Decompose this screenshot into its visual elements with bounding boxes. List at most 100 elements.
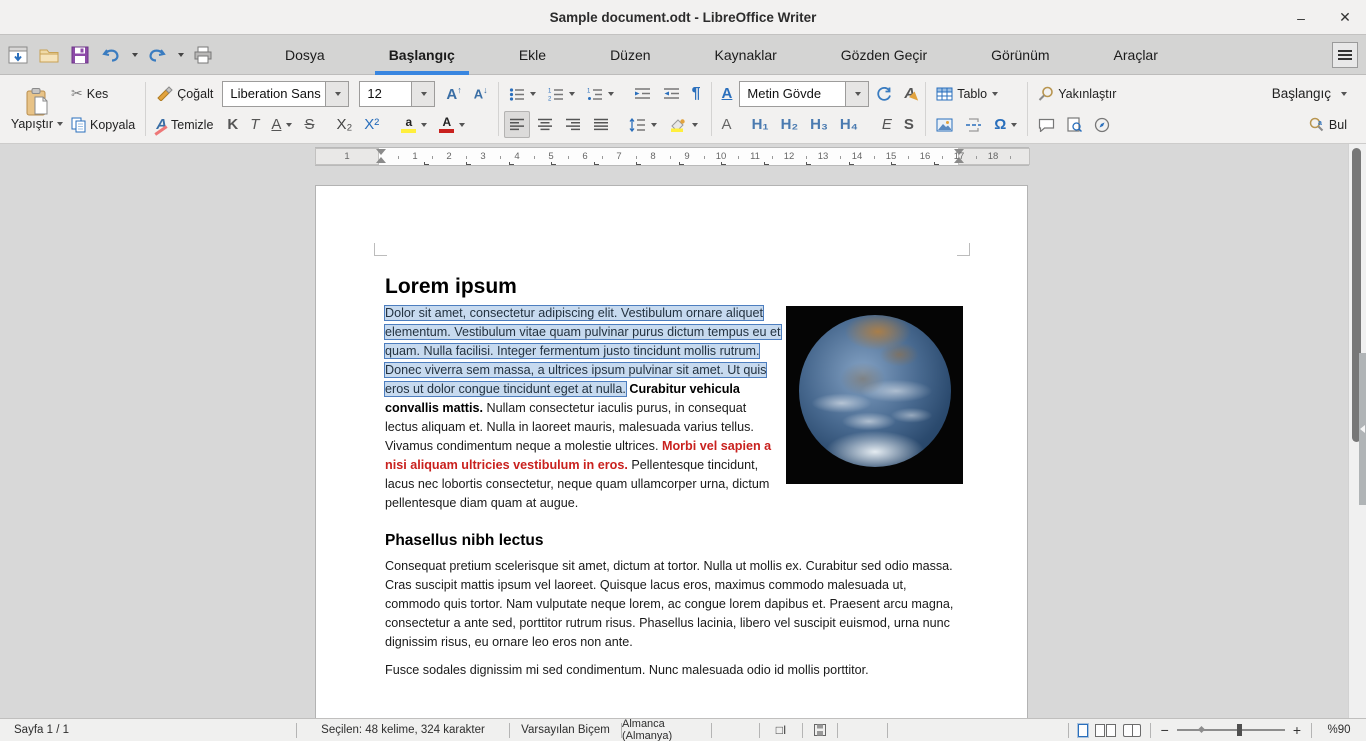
strikethrough-button[interactable]: S: [299, 111, 319, 138]
paragraph-background-button[interactable]: [664, 111, 703, 138]
single-page-view-button[interactable]: [1078, 724, 1088, 737]
left-indent-marker[interactable]: [376, 157, 386, 163]
undo-icon[interactable]: [99, 43, 123, 67]
zoom-slider[interactable]: [1177, 729, 1285, 731]
numbered-list-button[interactable]: 12: [543, 80, 580, 107]
insert-table-button[interactable]: Tablo: [931, 80, 1003, 107]
align-left-button[interactable]: [504, 111, 530, 138]
insert-image-button[interactable]: [931, 111, 958, 138]
print-preview-button[interactable]: [1062, 111, 1087, 138]
menu-tab[interactable]: Dosya: [253, 35, 357, 75]
minimize-button[interactable]: –: [1290, 7, 1312, 29]
edit-style-button[interactable]: A: [899, 80, 920, 107]
find-button[interactable]: a Bul: [1303, 111, 1352, 138]
first-line-indent-marker[interactable]: [376, 149, 386, 155]
paste-button[interactable]: Yapıştır: [8, 78, 66, 140]
heading3-style-button[interactable]: H₃: [805, 111, 833, 138]
strong-style-button[interactable]: S: [899, 111, 919, 138]
undo-dropdown[interactable]: [132, 53, 138, 57]
page-style-status[interactable]: Varsayılan Biçem: [510, 723, 622, 738]
insert-comment-button[interactable]: [1033, 111, 1060, 138]
menu-tab[interactable]: Kaynaklar: [683, 35, 809, 75]
italic-button[interactable]: T: [245, 111, 264, 138]
paragraph-2[interactable]: Consequat pretium scelerisque sit amet, …: [385, 557, 963, 652]
font-name-combobox[interactable]: Liberation Sans: [222, 81, 349, 107]
navigator-button[interactable]: [1089, 111, 1115, 138]
numbered-list-dropdown[interactable]: [569, 92, 575, 96]
menu-tab[interactable]: Ekle: [487, 35, 578, 75]
decrease-indent-button[interactable]: [658, 80, 685, 107]
save-icon[interactable]: [68, 43, 92, 67]
highlight-color-button[interactable]: a: [396, 111, 432, 138]
update-style-button[interactable]: [871, 80, 897, 107]
zoom-percentage[interactable]: %90: [1312, 724, 1366, 736]
zoom-button[interactable]: Yakınlaştır: [1033, 80, 1121, 107]
zoom-slider-thumb[interactable]: [1237, 724, 1242, 736]
font-color-button[interactable]: A: [434, 111, 470, 138]
underline-dropdown[interactable]: [286, 123, 292, 127]
insert-page-break-button[interactable]: [960, 111, 987, 138]
paragraph-background-dropdown[interactable]: [692, 123, 698, 127]
heading2-style-button[interactable]: H₂: [776, 111, 804, 138]
font-size-combobox[interactable]: 12: [359, 81, 435, 107]
no-character-style-button[interactable]: A: [717, 111, 737, 138]
tabkit-dropdown[interactable]: [1341, 92, 1347, 96]
print-icon[interactable]: [191, 43, 215, 67]
redo-icon[interactable]: [145, 43, 169, 67]
language-status[interactable]: Almanca (Almanya): [622, 723, 712, 738]
menu-tab[interactable]: Gözden Geçir: [809, 35, 959, 75]
clear-formatting-button[interactable]: A Temizle: [151, 111, 218, 138]
selection-count-status[interactable]: Seçilen: 48 kelime, 324 karakter: [297, 723, 510, 738]
font-size-dropdown[interactable]: [411, 82, 434, 106]
heading4-style-button[interactable]: H₄: [835, 111, 863, 138]
increase-indent-button[interactable]: [629, 80, 656, 107]
blue-marble-earth-image[interactable]: [786, 306, 963, 484]
paragraph-style-dropdown[interactable]: [845, 82, 868, 106]
paragraph-3[interactable]: Fusce sodales dignissim mi sed condiment…: [385, 661, 963, 680]
signature-status[interactable]: [838, 723, 888, 738]
paste-dropdown[interactable]: [57, 122, 63, 126]
clone-formatting-button[interactable]: Çoğalt: [151, 80, 218, 107]
bullet-list-dropdown[interactable]: [530, 92, 536, 96]
underline-button[interactable]: A: [266, 111, 297, 138]
menu-tab[interactable]: Araçlar: [1082, 35, 1190, 75]
superscript-button[interactable]: X²: [359, 111, 384, 138]
book-view-button[interactable]: [1123, 724, 1141, 737]
zoom-in-button[interactable]: +: [1293, 722, 1301, 738]
line-spacing-button[interactable]: [624, 111, 662, 138]
new-document-icon[interactable]: [6, 43, 30, 67]
zoom-out-button[interactable]: −: [1161, 722, 1169, 738]
shrink-font-button[interactable]: A↓: [469, 80, 493, 107]
redo-dropdown[interactable]: [178, 53, 184, 57]
close-button[interactable]: ✕: [1334, 7, 1356, 29]
document-heading2[interactable]: Phasellus nibh lectus: [385, 531, 963, 550]
justify-button[interactable]: [588, 111, 614, 138]
copy-button[interactable]: Kopyala: [66, 111, 140, 138]
cut-button[interactable]: ✂ Kes: [66, 80, 113, 107]
multi-page-view-button[interactable]: [1095, 724, 1116, 737]
paragraph-style-combobox[interactable]: Metin Gövde: [739, 81, 869, 107]
menu-tab[interactable]: Düzen: [578, 35, 682, 75]
document-page[interactable]: Lorem ipsum Dolor sit amet, consectetur …: [315, 185, 1028, 718]
paragraph-1[interactable]: Dolor sit amet, consectetur adipiscing e…: [385, 304, 963, 513]
open-folder-icon[interactable]: [37, 43, 61, 67]
paragraph-style-icon-button[interactable]: A: [717, 80, 738, 107]
align-center-button[interactable]: [532, 111, 558, 138]
document-heading1[interactable]: Lorem ipsum: [385, 274, 963, 299]
grow-font-button[interactable]: A↑: [441, 80, 466, 107]
font-color-dropdown[interactable]: [459, 123, 465, 127]
font-name-dropdown[interactable]: [325, 82, 348, 106]
special-character-button[interactable]: Ω: [989, 111, 1022, 138]
subscript-button[interactable]: X₂: [331, 111, 357, 138]
tabkit-selector[interactable]: Başlangıç: [1267, 80, 1352, 107]
highlight-color-dropdown[interactable]: [421, 123, 427, 127]
horizontal-ruler[interactable]: 1123456789101112131415161718: [315, 147, 1029, 166]
sidebar-show-toggle[interactable]: [1359, 353, 1366, 505]
align-right-button[interactable]: [560, 111, 586, 138]
line-spacing-dropdown[interactable]: [651, 123, 657, 127]
special-character-dropdown[interactable]: [1011, 123, 1017, 127]
save-state-status[interactable]: [803, 723, 838, 738]
menubar-toggle-button[interactable]: [1332, 42, 1358, 68]
bullet-list-button[interactable]: [504, 80, 541, 107]
insert-mode-status[interactable]: □I: [760, 723, 803, 738]
